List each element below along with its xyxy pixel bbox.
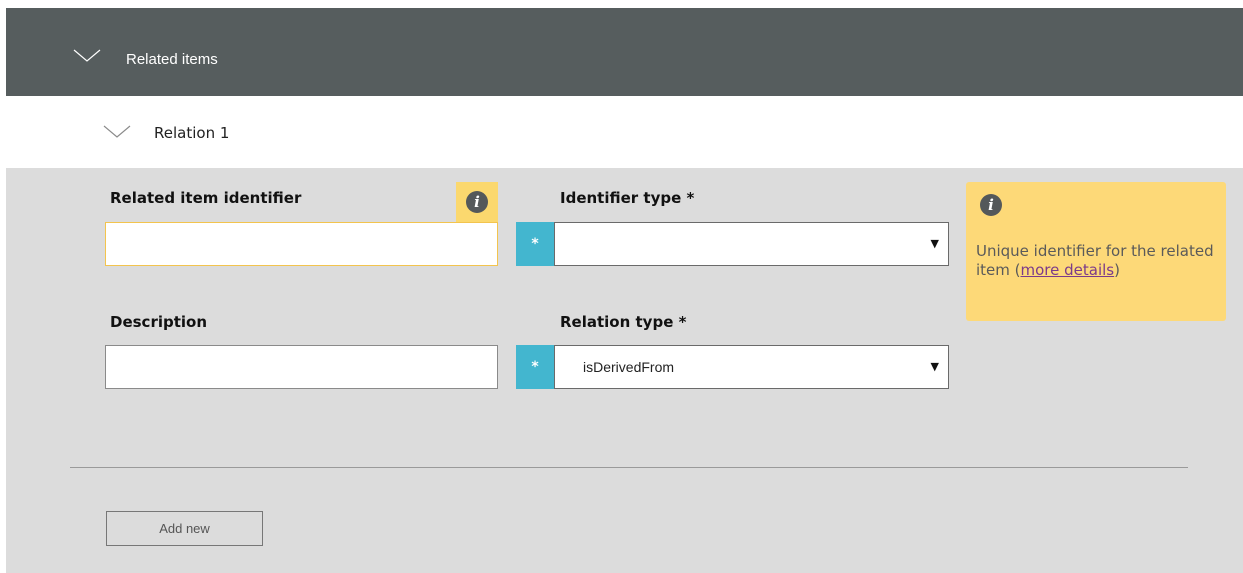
help-tooltip: i Unique identifier for the related item…	[966, 182, 1226, 321]
help-text: Unique identifier for the related item (…	[976, 242, 1224, 280]
triangle-down-icon: ▼	[930, 237, 939, 250]
identifier-type-select[interactable]: ▼	[554, 222, 949, 266]
page: Related items Relation 1 Related item id…	[0, 0, 1243, 573]
related-item-identifier-label: Related item identifier	[110, 189, 302, 207]
relation-type-label: Relation type *	[560, 313, 687, 331]
relation-panel: Related item identifier i Identifier typ…	[6, 168, 1243, 573]
add-new-button[interactable]: Add new	[106, 511, 263, 546]
chevron-down-icon[interactable]	[72, 48, 102, 68]
info-icon: i	[980, 194, 1002, 216]
relation-type-select[interactable]: isDerivedFrom ▼	[554, 345, 949, 389]
triangle-down-icon: ▼	[930, 360, 939, 373]
related-items-header[interactable]: Related items	[6, 8, 1243, 96]
relation-type-value: isDerivedFrom	[583, 359, 675, 375]
relation-title: Relation 1	[154, 124, 230, 142]
help-text-end: )	[1114, 261, 1120, 279]
required-marker: *	[516, 345, 554, 389]
info-icon: i	[466, 191, 488, 213]
relation-header[interactable]: Relation 1	[6, 96, 1243, 168]
identifier-type-label: Identifier type *	[560, 189, 695, 207]
more-details-link[interactable]: more details	[1021, 261, 1115, 279]
description-input[interactable]	[105, 345, 498, 389]
description-label: Description	[110, 313, 208, 331]
related-item-identifier-input[interactable]	[105, 222, 498, 266]
required-marker: *	[516, 222, 554, 266]
section-title: Related items	[126, 51, 218, 68]
info-button[interactable]: i	[456, 182, 498, 222]
divider	[70, 467, 1188, 468]
chevron-down-icon[interactable]	[102, 124, 132, 144]
